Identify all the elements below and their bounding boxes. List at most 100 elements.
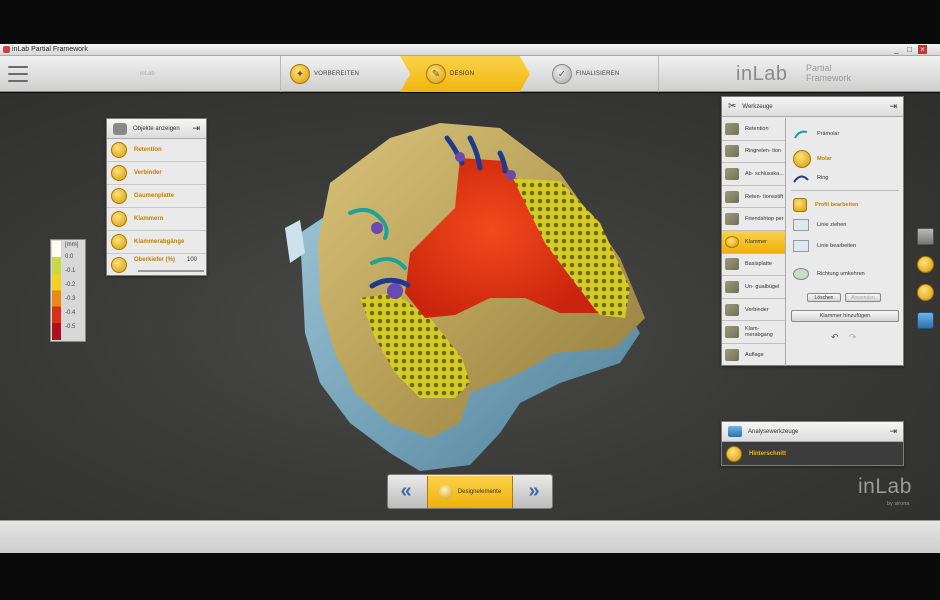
object-label: Retention — [134, 147, 162, 153]
ring-clasp-icon — [793, 175, 809, 183]
tool-klammer[interactable]: Klammer — [722, 230, 785, 254]
toolbar-ghost-text: inLab — [140, 71, 155, 77]
option-label: Prämolar — [817, 131, 840, 137]
tool-label: Klammer — [745, 238, 768, 245]
option-linie-bearbeiten[interactable]: Linie bearbeiten — [793, 240, 856, 252]
next-button[interactable]: » — [519, 480, 549, 504]
step-vorbereiten[interactable]: ✦ VORBEREITEN — [290, 56, 400, 92]
tool-verbinder[interactable]: Verbinder — [722, 299, 785, 322]
footer-logo-sub: by sirona — [887, 501, 910, 507]
option-profil-bearbeiten[interactable]: Profil bearbeiten — [793, 198, 858, 212]
tool-shortcut-icon[interactable] — [917, 256, 934, 273]
tool-klammerabgang[interactable]: Klam- merabgang — [722, 321, 785, 344]
minimize-button[interactable]: _ — [892, 45, 901, 54]
scale-value: -0.4 — [65, 310, 76, 316]
add-clasp-button[interactable]: Klammer hinzufügen — [791, 310, 899, 322]
option-label: Richtung umkehren — [817, 271, 865, 277]
screenshot-icon[interactable] — [917, 312, 934, 329]
object-toggle-verbinder[interactable]: Verbinder — [107, 162, 206, 185]
tools-panel: ✂ Werkzeuge ⇥ Retention Ringreten- tion … — [721, 96, 904, 366]
object-label: Verbinder — [134, 170, 162, 176]
status-bar — [0, 520, 940, 553]
menu-icon[interactable] — [8, 66, 28, 82]
clasp-exit-icon — [111, 234, 127, 250]
option-richtung-umkehren[interactable]: Richtung umkehren — [793, 268, 865, 280]
opacity-slider[interactable] — [138, 270, 204, 272]
redo-icon[interactable]: ↷ — [849, 332, 857, 343]
option-label: Ring — [817, 175, 829, 181]
tool-retentionsstift[interactable]: Reten- tionsstift — [722, 186, 785, 209]
clasp-icon — [111, 211, 127, 227]
molar-clasp-icon — [793, 150, 811, 168]
lingual-bar-tool-icon — [725, 280, 739, 293]
rest-tool-icon — [725, 349, 739, 362]
option-label: Profil bearbeiten — [815, 202, 859, 208]
scale-value: -0.3 — [65, 296, 76, 302]
tool-abschlusskante[interactable]: Ab- schlusska... — [722, 163, 785, 186]
pin-icon[interactable]: ⇥ — [889, 426, 897, 437]
step-finalisieren[interactable]: ✓ FINALISIEREN — [552, 56, 662, 92]
tool-label: Ringreten- tion — [745, 148, 782, 155]
edit-shortcut-icon[interactable] — [917, 284, 934, 301]
tool-ringretention[interactable]: Ringreten- tion — [722, 141, 785, 164]
maximize-button[interactable]: □ — [905, 45, 914, 54]
object-toggle-gaumenplatte[interactable]: Gaumenplatte — [107, 185, 206, 208]
step-design[interactable]: ✎ DESIGN — [400, 56, 530, 92]
object-toggle-oberkiefer[interactable]: Oberkiefer (%) 100 — [107, 254, 206, 277]
retention-icon — [111, 142, 127, 158]
tool-retention[interactable]: Retention — [722, 118, 785, 141]
option-molar[interactable]: Molar — [793, 150, 832, 168]
option-praemolar[interactable]: Prämolar — [793, 128, 839, 140]
object-label: Oberkiefer (%) — [134, 257, 176, 263]
brand-sub-line2: Framework — [806, 73, 852, 83]
letterbox-bottom — [0, 553, 940, 600]
clear-button[interactable]: Löschen — [807, 293, 841, 302]
design-elements-current[interactable]: Designelemente — [427, 476, 513, 508]
wrench-icon: ✂ — [728, 101, 737, 112]
object-label: Klammerabgänge — [134, 239, 185, 245]
tool-friendshtopper[interactable]: Friendshtop per — [722, 208, 785, 231]
tool-basisplatte[interactable]: Basisplatte — [722, 254, 785, 277]
view-cube-icon[interactable] — [917, 228, 934, 245]
close-button[interactable]: × — [918, 45, 927, 54]
undo-icon[interactable]: ↶ — [831, 332, 839, 343]
base-plate-tool-icon — [725, 258, 739, 271]
tool-label: Retention — [745, 125, 769, 132]
pin-icon[interactable]: ⇥ — [192, 123, 200, 134]
option-label: Linie bearbeiten — [817, 243, 857, 249]
step-label: FINALISIEREN — [576, 71, 620, 77]
clasp-exit-tool-icon — [725, 326, 739, 339]
brand-logo: inLab — [736, 63, 788, 85]
analysis-panel: Analysewerkzeuge ⇥ Hinterschnitt — [721, 421, 904, 466]
objects-panel-title: Objekte anzeigen — [133, 125, 180, 132]
step-label: DESIGN — [450, 71, 475, 77]
option-ring[interactable]: Ring — [793, 172, 828, 184]
object-toggle-retention[interactable]: Retention — [107, 139, 206, 162]
design-elements-label: Designelemente — [457, 489, 502, 495]
pin-icon[interactable]: ⇥ — [889, 101, 897, 112]
deviation-color-scale: [mm] 0.0 -0.1 -0.2 -0.3 -0.4 -0.5 — [50, 239, 86, 342]
object-toggle-klammerabgaenge[interactable]: Klammerabgänge — [107, 231, 206, 254]
option-linie-ziehen[interactable]: Linie ziehen — [793, 219, 846, 231]
undercut-icon — [726, 445, 742, 462]
analysis-hinterschnitt[interactable]: Hinterschnitt — [722, 442, 903, 465]
tool-label: Reten- tionsstift — [745, 193, 784, 200]
option-label: Linie ziehen — [817, 222, 847, 228]
opacity-value: 100 — [187, 257, 198, 263]
brand-subtitle: Partial Framework — [806, 63, 851, 83]
apply-button[interactable]: Anwenden — [845, 293, 881, 302]
divider — [791, 190, 899, 191]
toolbar-divider — [658, 56, 659, 92]
tool-auflage[interactable]: Auflage — [722, 344, 785, 367]
design-elements-icon — [438, 485, 453, 499]
ring-retention-tool-icon — [725, 145, 739, 158]
reverse-direction-icon — [793, 268, 809, 280]
draw-line-icon — [793, 219, 809, 231]
3d-viewport[interactable]: Objekte anzeigen ⇥ Retention Verbinder G… — [0, 93, 940, 520]
prev-button[interactable]: « — [391, 480, 421, 504]
tool-ungualbuegel[interactable]: Un- gualbügel — [722, 276, 785, 299]
object-toggle-klammern[interactable]: Klammern — [107, 208, 206, 231]
tooth-icon — [113, 122, 127, 135]
object-label: Klammern — [134, 216, 164, 222]
palate-plate-icon — [111, 188, 127, 204]
